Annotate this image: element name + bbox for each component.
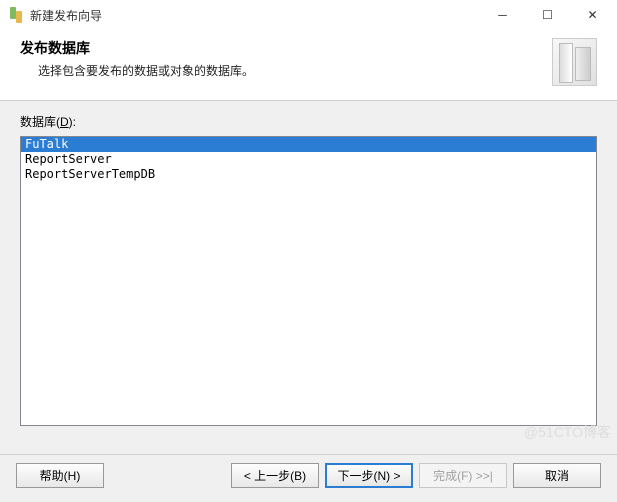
page-subtitle: 选择包含要发布的数据或对象的数据库。: [20, 62, 542, 79]
maximize-button[interactable]: ☐: [525, 1, 570, 29]
list-item[interactable]: FuTalk: [21, 137, 596, 152]
list-item[interactable]: ReportServerTempDB: [21, 167, 596, 182]
help-button[interactable]: 帮助(H): [16, 463, 104, 488]
close-button[interactable]: ✕: [570, 1, 615, 29]
database-listbox[interactable]: FuTalkReportServerReportServerTempDB: [20, 136, 597, 426]
back-button[interactable]: < 上一步(B): [231, 463, 319, 488]
app-icon: [8, 7, 24, 23]
wizard-footer: 帮助(H) < 上一步(B) 下一步(N) > 完成(F) >>| 取消: [0, 454, 617, 502]
cancel-button[interactable]: 取消: [513, 463, 601, 488]
next-button[interactable]: 下一步(N) >: [325, 463, 413, 488]
finish-button: 完成(F) >>|: [419, 463, 507, 488]
title-bar: 新建发布向导 ─ ☐ ✕: [0, 0, 617, 30]
window-title: 新建发布向导: [30, 7, 480, 24]
database-list-label: 数据库(D):: [20, 113, 597, 130]
window-controls: ─ ☐ ✕: [480, 1, 615, 29]
wizard-header: 发布数据库 选择包含要发布的数据或对象的数据库。: [0, 30, 617, 100]
page-title: 发布数据库: [20, 38, 542, 58]
list-item[interactable]: ReportServer: [21, 152, 596, 167]
minimize-button[interactable]: ─: [480, 1, 525, 29]
wizard-banner-icon: [552, 38, 597, 86]
wizard-body: 数据库(D): FuTalkReportServerReportServerTe…: [0, 101, 617, 481]
